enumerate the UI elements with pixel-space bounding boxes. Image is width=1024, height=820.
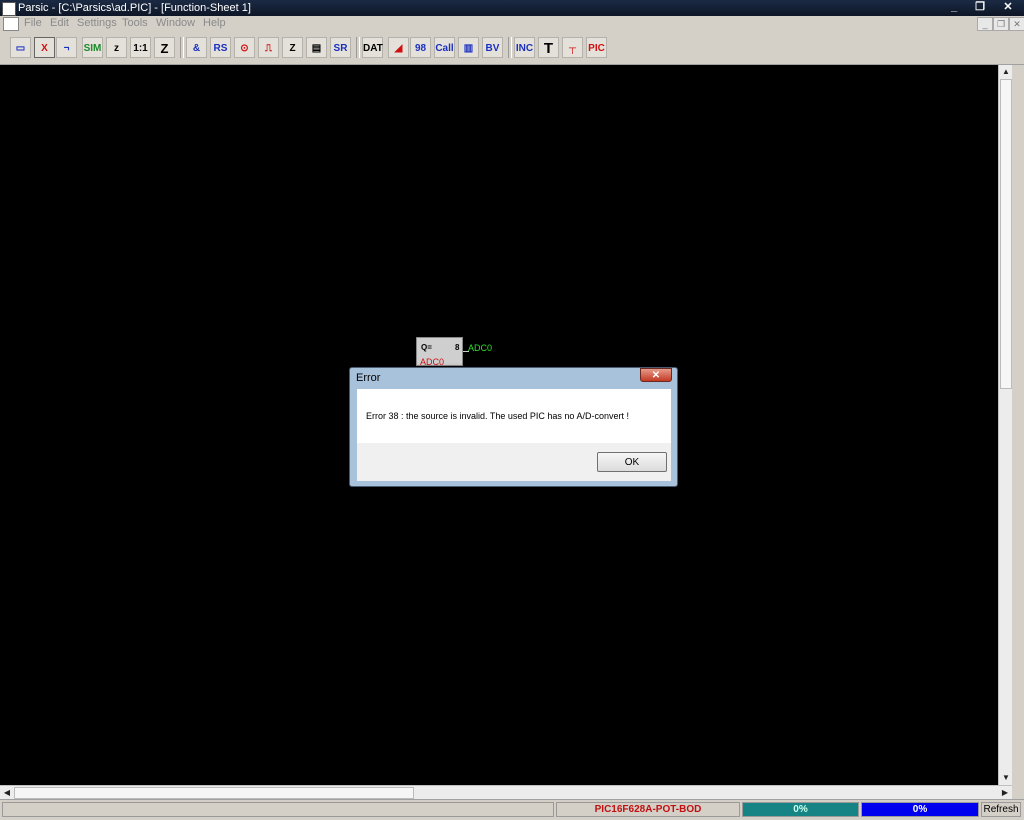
menu-settings[interactable]: Settings (77, 17, 117, 29)
error-dialog: Error ✕ Error 38 : the source is invalid… (349, 367, 678, 487)
ok-button[interactable]: OK (597, 452, 667, 472)
status-progress-2: 0% (861, 802, 979, 817)
window-title: Parsic - [C:\Parsics\ad.PIC] - [Function… (18, 2, 251, 14)
tool-timer-button[interactable]: ⊙ (234, 37, 255, 58)
tool-port-button[interactable]: ┬ (562, 37, 583, 58)
close-button[interactable]: ✕ (994, 0, 1022, 15)
vertical-scrollbar[interactable]: ▲ ▼ (998, 65, 1013, 785)
menu-window[interactable]: Window (156, 17, 195, 29)
toolbar: ▭ X ¬ SIM z 1:1 Z & RS ⊙ ⎍ Z ▤ SR DAT ◢ … (0, 31, 1024, 65)
dialog-footer: OK (357, 443, 671, 481)
block-value: 8 (455, 343, 460, 352)
tool-register-button[interactable]: ▤ (306, 37, 327, 58)
scroll-left-icon[interactable]: ◀ (0, 786, 14, 800)
menu-tools[interactable]: Tools (122, 17, 148, 29)
tool-table-button[interactable]: 98 (410, 37, 431, 58)
dialog-title: Error (356, 372, 381, 384)
maximize-button[interactable]: ❐ (966, 0, 994, 15)
tool-data-button[interactable]: DAT (362, 37, 383, 58)
tool-zoom-1-1-button[interactable]: 1:1 (130, 37, 151, 58)
status-message-panel (2, 802, 554, 817)
tool-wire-button[interactable]: ¬ (56, 37, 77, 58)
scroll-right-icon[interactable]: ▶ (998, 786, 1012, 800)
tool-sim-button[interactable]: SIM (82, 37, 103, 58)
tool-open-button[interactable]: ▭ (10, 37, 31, 58)
block-output-label: ADC0 (468, 343, 493, 353)
block-name: ADC0 (420, 357, 445, 367)
tool-text-button[interactable]: T (538, 37, 559, 58)
tool-bv-button[interactable]: BV (482, 37, 503, 58)
adc-block[interactable]: Q= 8 ADC0 (416, 337, 463, 367)
dialog-body: Error 38 : the source is invalid. The us… (357, 389, 671, 443)
toolbar-separator (180, 37, 184, 58)
tool-counter-button[interactable]: Z (282, 37, 303, 58)
tool-inc-button[interactable]: INC (514, 37, 535, 58)
horizontal-scroll-thumb[interactable] (14, 787, 414, 799)
menu-file[interactable]: File (24, 17, 42, 29)
tool-rs-flipflop-button[interactable]: RS (210, 37, 231, 58)
minimize-button[interactable]: _ (940, 0, 968, 15)
vertical-scroll-thumb[interactable] (1000, 79, 1012, 389)
status-device: PIC16F628A-POT-BOD (556, 802, 740, 817)
tool-pulse-button[interactable]: ⎍ (258, 37, 279, 58)
tool-delete-button[interactable]: X (34, 37, 55, 58)
title-bar: Parsic - [C:\Parsics\ad.PIC] - [Function… (0, 0, 1024, 16)
status-bar: PIC16F628A-POT-BOD 0% 0% Refresh (0, 799, 1024, 820)
tool-pwm-button[interactable]: ▥ (458, 37, 479, 58)
toolbar-separator (356, 37, 360, 58)
status-progress-1: 0% (742, 802, 859, 817)
window-border (1012, 65, 1024, 799)
mdi-restore-button[interactable]: ❐ (993, 17, 1009, 31)
menu-help[interactable]: Help (203, 17, 226, 29)
mdi-close-button[interactable]: ✕ (1009, 17, 1024, 31)
menu-bar: File Edit Settings Tools Window Help _ ❐… (0, 16, 1024, 31)
horizontal-scrollbar[interactable]: ◀ ▶ (0, 785, 1012, 800)
tool-shift-register-button[interactable]: SR (330, 37, 351, 58)
scroll-down-icon[interactable]: ▼ (999, 771, 1013, 785)
tool-call-button[interactable]: Call (434, 37, 455, 58)
tool-comparator-button[interactable]: ◢ (388, 37, 409, 58)
menu-edit[interactable]: Edit (50, 17, 69, 29)
tool-zoom-large-button[interactable]: Z (154, 37, 175, 58)
mdi-minimize-button[interactable]: _ (977, 17, 993, 31)
scroll-up-icon[interactable]: ▲ (999, 65, 1013, 79)
app-icon (2, 2, 16, 16)
refresh-button[interactable]: Refresh (981, 802, 1021, 817)
toolbar-separator (508, 37, 512, 58)
block-q-label: Q= (421, 343, 432, 352)
tool-and-gate-button[interactable]: & (186, 37, 207, 58)
document-icon[interactable] (3, 17, 19, 31)
tool-zoom-small-button[interactable]: z (106, 37, 127, 58)
dialog-close-button[interactable]: ✕ (640, 368, 672, 382)
tool-pic-button[interactable]: PIC (586, 37, 607, 58)
dialog-message: Error 38 : the source is invalid. The us… (366, 411, 629, 421)
